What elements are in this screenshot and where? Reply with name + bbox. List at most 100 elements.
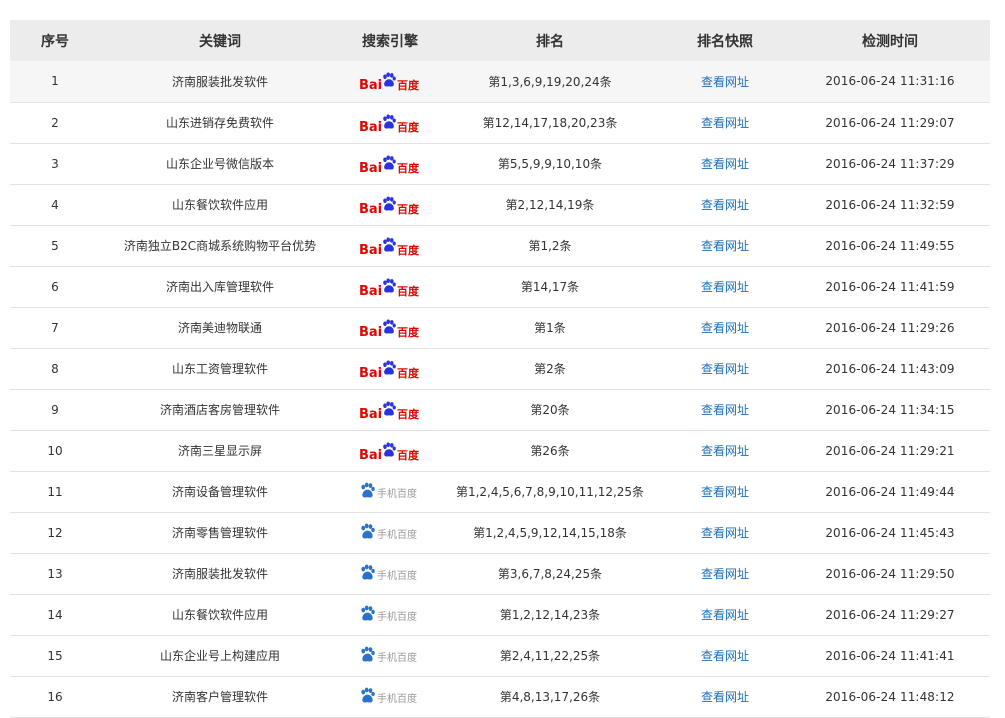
row-snapshot: 查看网址: [660, 307, 790, 348]
header-keyword: 关键词: [199, 33, 241, 50]
row-index: 8: [51, 361, 59, 376]
view-url-link[interactable]: 查看网址: [701, 321, 749, 335]
table-row: 10 济南三星显示屏 Bai 百度 第26条 查看网址 2016-06-24 11:29:2…: [10, 430, 990, 471]
header-index: 序号: [41, 33, 69, 50]
row-keyword: 山东餐饮软件应用: [171, 608, 268, 622]
row-index: 16: [47, 689, 63, 704]
row-search-engine: Bai 百度: [340, 143, 440, 184]
row-rank: 第1,2条: [528, 239, 572, 253]
row-check-time: 2016-06-24 11:48:12: [825, 689, 955, 704]
row-snapshot: 查看网址: [660, 266, 790, 307]
row-keyword: 济南美迪物联通: [177, 321, 262, 335]
row-rank: 第1,2,4,5,9,12,14,15,18条: [473, 526, 627, 540]
svg-text:Bai: Bai: [359, 448, 382, 463]
header-snapshot: 排名快照: [697, 33, 753, 50]
view-url-link[interactable]: 查看网址: [701, 198, 749, 212]
row-keyword: 山东进销存免费软件: [165, 116, 274, 130]
row-snapshot: 查看网址: [660, 348, 790, 389]
table-row: 13 济南服装批发软件 手机百度 第3,6,7,8,24,25条 查看网址 2016-06…: [10, 553, 990, 594]
baidu-logo-icon: Bai 百度: [359, 151, 421, 177]
view-url-link[interactable]: 查看网址: [701, 116, 749, 130]
table-row: 4 山东餐饮软件应用 Bai 百度 第2,12,14,19条 查看网址 2016-06-24…: [10, 184, 990, 225]
baidu-logo-icon: Bai 百度: [359, 438, 421, 464]
svg-text:手机百度: 手机百度: [377, 692, 417, 705]
row-check-time: 2016-06-24 11:32:59: [825, 197, 955, 212]
row-search-engine: 手机百度: [340, 594, 440, 635]
row-check-time: 2016-06-24 11:29:27: [825, 607, 955, 622]
baidu-logo-icon: Bai 百度: [359, 233, 421, 259]
row-snapshot: 查看网址: [660, 389, 790, 430]
mobile-baidu-logo-icon: 手机百度: [359, 685, 421, 709]
view-url-link[interactable]: 查看网址: [701, 608, 749, 622]
row-check-time: 2016-06-24 11:37:29: [825, 156, 955, 171]
view-url-link[interactable]: 查看网址: [701, 239, 749, 253]
view-url-link[interactable]: 查看网址: [701, 280, 749, 294]
row-rank: 第20条: [530, 403, 570, 417]
row-keyword: 济南客户管理软件: [171, 690, 268, 704]
svg-text:百度: 百度: [397, 202, 420, 216]
svg-text:Bai: Bai: [359, 325, 382, 340]
baidu-logo-icon: Bai 百度: [359, 68, 421, 94]
svg-text:百度: 百度: [397, 243, 420, 257]
view-url-link[interactable]: 查看网址: [701, 362, 749, 376]
row-search-engine: 手机百度: [340, 512, 440, 553]
view-url-link[interactable]: 查看网址: [701, 157, 749, 171]
table-row: 11 济南设备管理软件 手机百度 第1,2,4,5,6,7,8,9,10,11,12,…: [10, 471, 990, 512]
baidu-logo-icon: Bai 百度: [359, 192, 421, 218]
ranking-table: 序号 关键词 搜索引擎 排名 排名快照 检测时间 1 济南服装批发软件 Bai 百度第…: [10, 20, 990, 718]
row-snapshot: 查看网址: [660, 676, 790, 717]
table-row: 14 山东餐饮软件应用 手机百度 第1,2,12,14,23条 查看网址 2016-06-…: [10, 594, 990, 635]
view-url-link[interactable]: 查看网址: [701, 403, 749, 417]
row-rank: 第4,8,13,17,26条: [499, 690, 601, 704]
baidu-logo-icon: Bai 百度: [359, 356, 421, 382]
row-index: 10: [47, 443, 63, 458]
svg-text:手机百度: 手机百度: [377, 487, 417, 500]
mobile-baidu-logo-icon: 手机百度: [359, 603, 421, 627]
svg-text:百度: 百度: [397, 78, 420, 92]
view-url-link[interactable]: 查看网址: [701, 649, 749, 663]
view-url-link[interactable]: 查看网址: [701, 444, 749, 458]
mobile-baidu-logo-icon: 手机百度: [359, 644, 421, 668]
svg-text:百度: 百度: [397, 366, 420, 380]
view-url-link[interactable]: 查看网址: [701, 485, 749, 499]
row-keyword: 山东餐饮软件应用: [171, 198, 268, 212]
row-check-time: 2016-06-24 11:49:55: [825, 238, 955, 253]
row-rank: 第26条: [530, 444, 570, 458]
view-url-link[interactable]: 查看网址: [701, 690, 749, 704]
row-keyword: 山东工资管理软件: [171, 362, 268, 376]
header-search-engine: 搜索引擎: [362, 33, 418, 50]
row-rank: 第2条: [534, 362, 566, 376]
row-check-time: 2016-06-24 11:41:41: [825, 648, 955, 663]
table-header-row: 序号 关键词 搜索引擎 排名 排名快照 检测时间: [10, 20, 990, 61]
view-url-link[interactable]: 查看网址: [701, 567, 749, 581]
row-search-engine: 手机百度: [340, 471, 440, 512]
svg-text:Bai: Bai: [359, 120, 382, 135]
row-check-time: 2016-06-24 11:45:43: [825, 525, 955, 540]
table-row: 16 济南客户管理软件 手机百度 第4,8,13,17,26条 查看网址 2016-06-…: [10, 676, 990, 717]
table-row: 6 济南出入库管理软件 Bai 百度 第14,17条 查看网址 2016-06-24 11:…: [10, 266, 990, 307]
mobile-baidu-logo-icon: 手机百度: [359, 480, 421, 504]
row-search-engine: Bai 百度: [340, 389, 440, 430]
row-check-time: 2016-06-24 11:29:50: [825, 566, 955, 581]
row-check-time: 2016-06-24 11:29:26: [825, 320, 955, 335]
row-index: 3: [51, 156, 59, 171]
row-check-time: 2016-06-24 11:29:21: [825, 443, 955, 458]
baidu-logo-icon: Bai 百度: [359, 110, 421, 136]
row-check-time: 2016-06-24 11:34:15: [825, 402, 955, 417]
svg-text:手机百度: 手机百度: [377, 528, 417, 541]
view-url-link[interactable]: 查看网址: [701, 526, 749, 540]
row-index: 1: [51, 74, 59, 89]
row-search-engine: Bai 百度: [340, 61, 440, 102]
header-check-time: 检测时间: [862, 33, 918, 50]
header-rank: 排名: [536, 33, 564, 50]
row-keyword: 济南酒店客房管理软件: [159, 403, 280, 417]
row-rank: 第2,4,11,22,25条: [499, 649, 601, 663]
svg-text:手机百度: 手机百度: [377, 610, 417, 623]
row-rank: 第14,17条: [520, 280, 580, 294]
view-url-link[interactable]: 查看网址: [701, 75, 749, 89]
row-rank: 第5,5,9,9,10,10条: [497, 157, 603, 171]
row-check-time: 2016-06-24 11:29:07: [825, 115, 955, 130]
row-search-engine: Bai 百度: [340, 307, 440, 348]
svg-text:Bai: Bai: [359, 78, 382, 93]
row-search-engine: Bai 百度: [340, 348, 440, 389]
